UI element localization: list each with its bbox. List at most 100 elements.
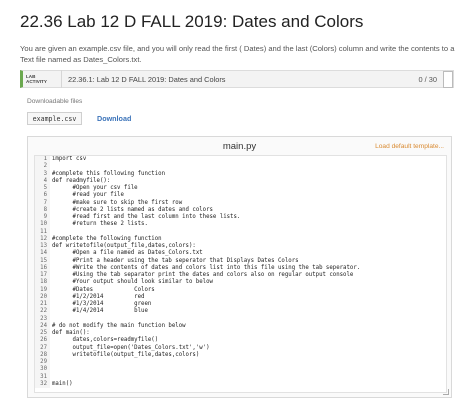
line-code: #read your file [52, 192, 124, 199]
line-number: 19 [35, 286, 50, 294]
code-line: 25 def main(): [35, 330, 446, 338]
line-number: 28 [35, 351, 50, 359]
code-line: 2 [35, 163, 446, 171]
code-line: 13 def writetofile(output_file,dates,colo… [35, 243, 446, 251]
line-code: def writetofile(output_file,dates,colors… [52, 243, 196, 249]
line-code: #Your output should look similar to belo… [52, 279, 213, 286]
line-number: 25 [35, 330, 50, 338]
code-line: 21 #1/3/2014 green [35, 301, 446, 309]
code-line: 30 [35, 366, 446, 374]
line-code: #Open your csv file [52, 185, 138, 191]
line-number: 11 [35, 228, 50, 236]
code-line: 27 output_file=open('Dates_Colors.txt','… [35, 344, 446, 352]
code-line: 1 import csv [35, 156, 446, 164]
code-line: 15 #Print a header using the tab seperat… [35, 257, 446, 265]
code-line: 29 [35, 359, 446, 367]
line-number: 3 [35, 170, 50, 178]
editor-header: main.py Load default template... [28, 137, 451, 157]
line-code: def main(): [52, 330, 90, 336]
code-line: 19 #Dates Colors [35, 286, 446, 294]
line-number: 16 [35, 264, 50, 272]
line-code: #complete the following function [52, 235, 162, 242]
line-number: 13 [35, 243, 50, 251]
line-code: #create 2 lists named as dates and color… [52, 206, 213, 213]
line-code: main() [52, 380, 73, 387]
code-line: 5 #Open your csv file [35, 185, 446, 193]
code-line: 4 def readmyfile(): [35, 177, 446, 185]
page-title: 22.36 Lab 12 D FALL 2019: Dates and Colo… [20, 12, 364, 31]
line-number: 5 [35, 185, 50, 193]
resize-grip-icon[interactable] [443, 389, 449, 395]
code-line: 8 #create 2 lists named as dates and col… [35, 206, 446, 214]
line-code: output_file=open('Dates_Colors.txt','w') [52, 344, 210, 351]
code-line: 3 #complete this following function [35, 170, 446, 178]
code-line: 16 #Write the contents of dates and colo… [35, 264, 446, 272]
code-line: 14 #Open a file named as Dates_Colors.tx… [35, 250, 446, 258]
line-code: #complete this following function [52, 170, 165, 177]
line-number: 1 [35, 156, 50, 164]
file-chip-example-csv[interactable]: example.csv [27, 112, 82, 125]
line-number: 15 [35, 257, 50, 265]
line-code: #Open a file named as Dates_Colors.txt [52, 250, 203, 257]
lab-activity-badge: LAB ACTIVITY [26, 74, 47, 84]
instructions-text: You are given an example.csv file, and y… [20, 44, 455, 64]
lab-activity-name: 22.36.1: Lab 12 D FALL 2019: Dates and C… [61, 70, 226, 88]
line-number: 12 [35, 235, 50, 243]
line-code: #read first and the last column into the… [52, 214, 241, 220]
line-number: 17 [35, 272, 50, 280]
line-number: 29 [35, 359, 50, 367]
line-number: 7 [35, 199, 50, 207]
lab-score: 0 / 30 [418, 74, 438, 84]
code-line: 24 # do not modify the main function belo… [35, 322, 446, 330]
line-code: #return these 2 lists. [52, 221, 148, 228]
line-code: #Using the tab separator print the dates… [52, 272, 354, 278]
line-code: dates,colors=readmyfile() [52, 337, 159, 344]
line-number: 4 [35, 177, 50, 185]
line-number: 26 [35, 337, 50, 345]
line-code: #Print a header using the tab seperator … [52, 257, 299, 264]
code-line: 18 #Your output should look similar to b… [35, 279, 446, 287]
line-number: 14 [35, 250, 50, 258]
line-number: 31 [35, 373, 50, 381]
line-number: 27 [35, 344, 50, 352]
line-number: 20 [35, 293, 50, 301]
line-number: 24 [35, 322, 50, 330]
lab-activity-header: LAB ACTIVITY 22.36.1: Lab 12 D FALL 2019… [20, 70, 454, 88]
code-line: 12 #complete the following function [35, 235, 446, 243]
line-number: 9 [35, 214, 50, 222]
line-number: 10 [35, 221, 50, 229]
downloadable-files-label: Downloadable files [27, 98, 83, 105]
line-number: 30 [35, 366, 50, 374]
line-code: #Dates Colors [52, 286, 155, 293]
code-textarea[interactable]: 1 import csv 2 3 #complete this following fu… [34, 155, 447, 393]
code-line: 6 #read your file [35, 192, 446, 200]
code-line: 26 dates,colors=readmyfile() [35, 337, 446, 345]
line-code: #make sure to skip the first row [52, 199, 183, 206]
line-code: writetofile(output_file,dates,colors) [52, 351, 200, 358]
code-line: 32 main() [35, 380, 446, 388]
line-number: 23 [35, 315, 50, 323]
line-number: 8 [35, 206, 50, 214]
line-number: 32 [35, 380, 50, 388]
code-line: 17 #Using the tab separator print the da… [35, 272, 446, 280]
line-code: import csv [52, 156, 87, 162]
line-code: #1/2/2014 red [52, 293, 145, 300]
code-line: 31 [35, 373, 446, 381]
download-link[interactable]: Download [97, 114, 131, 123]
score-indicator-box [443, 70, 453, 88]
line-number: 2 [35, 163, 50, 171]
code-editor-panel: main.py Load default template... 1 import… [27, 136, 452, 398]
line-code: def readmyfile(): [52, 177, 111, 184]
line-code: #1/4/2014 blue [52, 308, 148, 315]
code-line: 20 #1/2/2014 red [35, 293, 446, 301]
load-default-template-link[interactable]: Load default template... [375, 143, 444, 150]
line-number: 22 [35, 308, 50, 316]
line-number: 6 [35, 192, 50, 200]
line-number: 21 [35, 301, 50, 309]
code-line: 7 #make sure to skip the first row [35, 199, 446, 207]
code-line: 11 [35, 228, 446, 236]
